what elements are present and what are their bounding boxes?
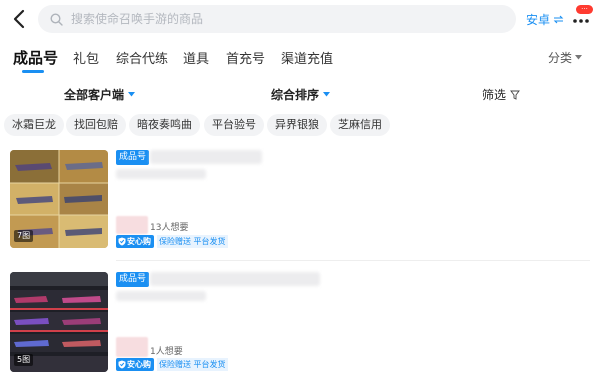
list-item[interactable]: 5图 成品号 1人想要 安心购 保险赠送 平台发货 [0,272,600,382]
advanced-filter-label: 筛选 [482,88,507,102]
service-badge-text: 保险赠送 平台发货 [157,235,228,248]
list-divider [116,260,590,261]
safe-purchase-badge: 安心购 [116,235,154,248]
search-input[interactable] [71,12,471,26]
shield-check-icon [118,360,126,369]
category-dropdown[interactable]: 分类 [548,49,583,66]
shield-check-icon [118,237,126,246]
tab-items[interactable]: 道具 [183,48,209,67]
tab-finished-account[interactable]: 成品号 [13,47,58,68]
tab-channel-recharge[interactable]: 渠道充值 [281,48,333,67]
sort-filter-label: 综合排序 [271,88,320,102]
item-thumbnail: 5图 [10,272,108,372]
category-label: 分类 [548,51,573,65]
blurred-subtitle [116,291,206,301]
item-tag: 成品号 [116,150,150,165]
tab-gift-pack[interactable]: 礼包 [73,48,99,67]
service-badge-text: 保险赠送 平台发货 [157,358,228,371]
top-bar: 安卓 ··· [0,0,600,40]
blurred-title [150,272,320,286]
sort-filter[interactable]: 综合排序 [271,86,331,103]
chip-silver-wolf[interactable]: 异界银狼 [267,114,327,136]
guarantee-badges: 安心购 保险赠送 平台发货 [116,358,228,371]
seller-avatar [116,337,148,357]
list-item[interactable]: 7图 成品号 13人想要 安心购 保险赠送 平台发货 [0,150,600,260]
safe-purchase-badge: 安心购 [116,358,154,371]
chip-recovery-compensation[interactable]: 找回包赔 [66,114,126,136]
safe-purchase-label: 安心购 [127,360,151,369]
chip-ice-dragon[interactable]: 冰霜巨龙 [4,114,64,136]
back-arrow-icon[interactable] [10,8,30,30]
tab-leveling-service[interactable]: 综合代练 [116,48,168,67]
seller-avatar [116,216,148,234]
platform-switch[interactable]: 安卓 [526,11,564,28]
client-filter[interactable]: 全部客户端 [64,86,136,103]
search-icon [50,12,63,26]
funnel-icon [510,90,520,100]
tab-first-recharge[interactable]: 首充号 [226,48,265,67]
search-bar[interactable] [38,5,516,33]
image-count-badge: 7图 [14,230,34,242]
advanced-filter[interactable]: 筛选 [482,86,520,103]
caret-down-icon [128,92,136,97]
caret-down-icon [323,92,331,97]
blurred-subtitle [116,169,206,179]
item-tag: 成品号 [116,272,150,287]
guarantee-badges: 安心购 保险赠送 平台发货 [116,235,228,248]
client-filter-label: 全部客户端 [64,88,125,102]
notification-badge: ··· [576,5,593,14]
swap-icon [553,15,564,24]
filter-bar: 全部客户端 综合排序 筛选 [0,82,600,106]
platform-label: 安卓 [526,13,551,27]
wants-count: 13人想要 [150,223,189,233]
safe-purchase-label: 安心购 [127,237,151,246]
wants-count: 1人想要 [150,347,183,357]
item-thumbnail: 7图 [10,150,108,248]
chip-night-sonata[interactable]: 暗夜奏鸣曲 [129,114,200,136]
chip-sesame-credit[interactable]: 芝麻信用 [330,114,390,136]
image-count-badge: 5图 [14,354,34,366]
category-tabs: 成品号 礼包 综合代练 道具 首充号 渠道充值 分类 [0,42,600,76]
active-tab-indicator [22,70,44,73]
blurred-title [150,150,262,164]
chip-platform-verify[interactable]: 平台验号 [204,114,264,136]
caret-down-icon [575,55,583,60]
